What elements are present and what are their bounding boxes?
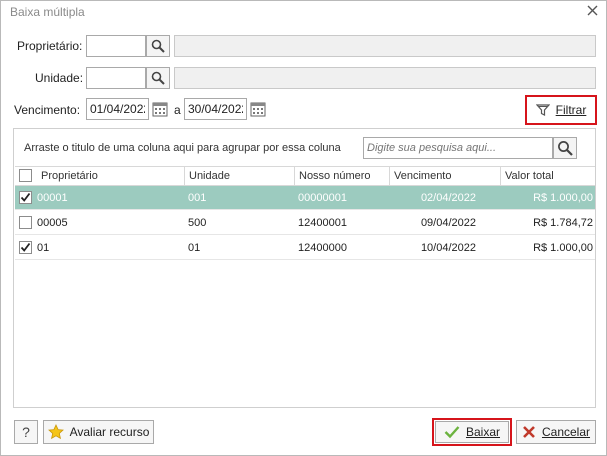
cell-vencimento: 09/04/2022 (420, 217, 476, 229)
column-header-proprietario[interactable]: Proprietário (37, 167, 185, 185)
column-header-nosso-numero[interactable]: Nosso número (295, 167, 390, 185)
filter-icon (535, 103, 550, 116)
calendar-icon (250, 102, 266, 117)
help-button[interactable]: ? (14, 420, 38, 444)
date-range-separator: a (174, 103, 181, 117)
table-row[interactable]: 00001 001 00000001 02/04/2022 R$ 1.000,0… (15, 186, 595, 210)
baixar-button[interactable]: Baixar (435, 421, 509, 443)
column-header-unidade[interactable]: Unidade (185, 167, 295, 185)
unidade-label: Unidade: (35, 71, 84, 85)
search-icon (151, 71, 165, 85)
column-header-vencimento[interactable]: Vencimento (390, 167, 501, 185)
results-grid: Arraste o titulo de uma coluna aqui para… (13, 128, 596, 408)
cell-nosso-numero: 12400001 (298, 217, 347, 229)
date-to-input[interactable] (184, 98, 247, 120)
vencimento-label: Vencimento: (14, 103, 81, 117)
baixa-multipla-window: Baixa múltipla Proprietário: Unidade: Ve… (0, 0, 607, 456)
search-icon (151, 39, 165, 53)
grid-search-button[interactable] (553, 137, 577, 159)
cell-unidade: 500 (188, 217, 207, 229)
checkmark-icon (20, 242, 31, 252)
search-icon (558, 141, 573, 156)
cancelar-button[interactable]: Cancelar (516, 420, 596, 444)
proprietario-input[interactable] (86, 35, 146, 57)
unidade-description-field (174, 67, 596, 89)
table-row[interactable]: 00005 500 12400001 09/04/2022 R$ 1.784,7… (15, 211, 595, 235)
star-icon (47, 424, 64, 440)
select-all-checkbox[interactable] (19, 169, 32, 182)
cell-valor-total: R$ 1.000,00 (533, 242, 593, 254)
grid-search-input[interactable] (363, 137, 553, 159)
cell-valor-total: R$ 1.784,72 (533, 217, 593, 229)
checkmark-icon (20, 192, 31, 202)
close-icon[interactable] (585, 5, 599, 19)
cell-vencimento: 10/04/2022 (420, 242, 476, 254)
avaliar-recurso-button[interactable]: Avaliar recurso (43, 420, 154, 444)
cell-proprietario: 00001 (37, 192, 68, 204)
date-from-calendar-button[interactable] (150, 98, 170, 120)
grid-header: Proprietário Unidade Nosso número Vencim… (15, 166, 595, 186)
calendar-icon (152, 102, 168, 117)
cancelar-label: Cancelar (541, 425, 591, 439)
column-header-valor-total[interactable]: Valor total (501, 167, 595, 185)
date-from-input[interactable] (86, 98, 149, 120)
row-checkbox[interactable] (19, 191, 32, 204)
unidade-input[interactable] (86, 67, 146, 89)
group-by-hint: Arraste o titulo de uma coluna aqui para… (24, 142, 341, 154)
filter-button-label: Filtrar (555, 102, 587, 117)
cell-unidade: 01 (188, 242, 201, 254)
checkmark-icon (444, 426, 460, 439)
unidade-search-button[interactable] (146, 67, 170, 89)
cell-valor-total: R$ 1.000,00 (533, 192, 593, 204)
proprietario-description-field (174, 35, 596, 57)
cell-nosso-numero: 12400000 (298, 242, 347, 254)
title-bar: Baixa múltipla (1, 1, 606, 23)
cell-proprietario: 00005 (37, 217, 68, 229)
cell-nosso-numero: 00000001 (298, 192, 347, 204)
window-title: Baixa múltipla (10, 5, 85, 19)
cell-proprietario: 01 (37, 242, 50, 254)
date-to-calendar-button[interactable] (248, 98, 268, 120)
proprietario-label: Proprietário: (17, 39, 83, 53)
proprietario-search-button[interactable] (146, 35, 170, 57)
cell-vencimento: 02/04/2022 (420, 192, 476, 204)
filter-button[interactable]: Filtrar (529, 98, 593, 121)
row-checkbox[interactable] (19, 216, 32, 229)
baixar-label: Baixar (465, 425, 500, 439)
close-icon (523, 426, 535, 438)
avaliar-recurso-label: Avaliar recurso (69, 425, 150, 439)
row-checkbox[interactable] (19, 241, 32, 254)
table-row[interactable]: 01 01 12400000 10/04/2022 R$ 1.000,00 (15, 236, 595, 260)
cell-unidade: 001 (188, 192, 207, 204)
